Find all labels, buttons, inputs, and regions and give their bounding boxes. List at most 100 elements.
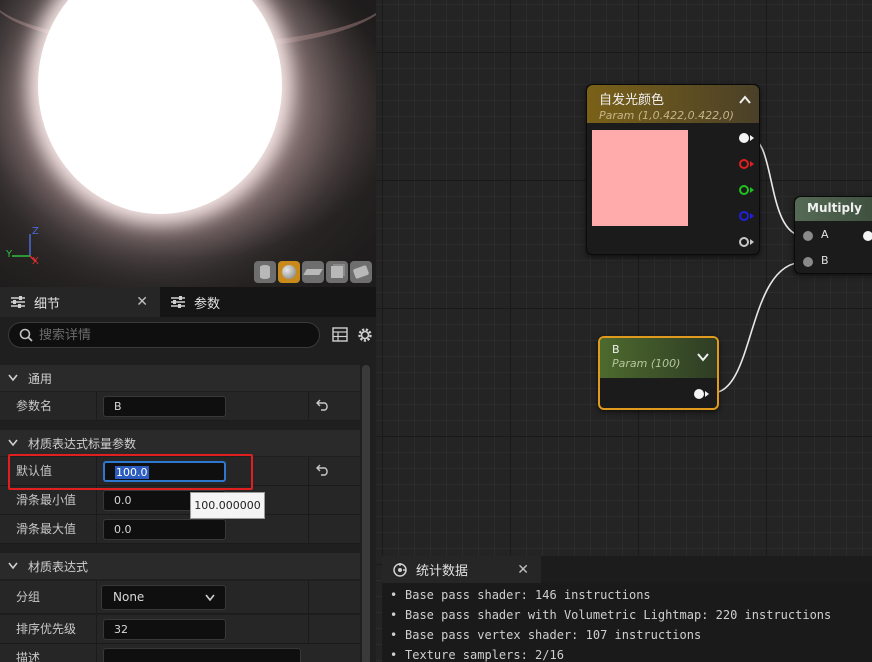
- column-divider: [96, 392, 97, 421]
- output-pin-r[interactable]: [739, 159, 749, 169]
- sort-priority-field[interactable]: 32: [103, 619, 226, 640]
- gear-icon[interactable]: [356, 326, 374, 344]
- pin-arrow-icon: [750, 161, 754, 167]
- reset-icon[interactable]: [316, 399, 330, 411]
- close-icon[interactable]: ✕: [136, 294, 148, 310]
- emissive-color-node[interactable]: 自发光颜色 Param (1,0.422,0.422,0): [586, 84, 760, 255]
- description-field[interactable]: [103, 648, 301, 662]
- output-pin-g[interactable]: [739, 185, 749, 195]
- tab-params[interactable]: 参数: [162, 287, 292, 317]
- param-name-field[interactable]: B: [103, 396, 226, 417]
- search-row: [8, 322, 376, 348]
- list-item: • Base pass vertex shader: 107 instructio…: [390, 628, 702, 642]
- section-material-expression[interactable]: 材质表达式: [0, 553, 360, 579]
- custom-mesh-icon[interactable]: [350, 261, 372, 283]
- multiply-node-header[interactable]: Multiply: [795, 197, 872, 221]
- plane-icon[interactable]: [302, 261, 324, 283]
- stat-text: Base pass vertex shader: 107 instruction…: [405, 628, 702, 642]
- row-slider-max: 滑条最大值 0.0: [0, 515, 360, 544]
- wire-b-to-b: [711, 261, 805, 394]
- input-pin-b-label: B: [821, 254, 829, 267]
- multiply-node[interactable]: Multiply A B: [794, 196, 872, 274]
- gizmo-y-label: Y: [6, 249, 13, 260]
- column-divider: [96, 515, 97, 544]
- chevron-down-icon: [205, 594, 215, 602]
- highlight-annotation: [8, 454, 253, 490]
- preview-mesh-toolbar: [254, 261, 372, 283]
- output-pin-b[interactable]: [739, 211, 749, 221]
- table-view-icon[interactable]: [332, 327, 348, 342]
- output-pin-result[interactable]: [863, 231, 872, 241]
- stats-tab-label: 统计数据: [416, 564, 469, 579]
- sort-priority-label: 排序优先级: [16, 622, 77, 636]
- list-item: • Base pass shader with Volumetric Lightm…: [390, 608, 832, 622]
- slider-min-label: 滑条最小值: [16, 493, 77, 507]
- params-sliders-icon: [171, 296, 185, 308]
- details-panel: 细节 ✕ 参数 搜索详情 通用 参数名 B 材质表达式标量参数 默认值 100.…: [0, 287, 376, 662]
- pin-arrow-icon: [750, 187, 754, 193]
- stats-icon: [393, 562, 407, 577]
- tab-params-label: 参数: [194, 296, 221, 312]
- close-icon[interactable]: ✕: [517, 562, 529, 578]
- chevron-down-icon[interactable]: [697, 352, 709, 362]
- cube-icon[interactable]: [326, 261, 348, 283]
- cylinder-icon[interactable]: [254, 261, 276, 283]
- column-divider: [308, 486, 309, 515]
- row-param-name: 参数名 B: [0, 392, 360, 421]
- column-divider: [96, 581, 97, 614]
- slider-max-field[interactable]: 0.0: [103, 519, 226, 540]
- output-pin-value[interactable]: [694, 389, 704, 399]
- stat-text: Base pass shader: 146 instructions: [405, 588, 651, 602]
- chevron-down-icon: [8, 439, 18, 447]
- stats-list: • Base pass shader: 146 instructions • Bas…: [382, 583, 872, 662]
- b-node-header[interactable]: B Param (100): [600, 338, 717, 378]
- group-label: 分组: [16, 590, 41, 604]
- search-input[interactable]: [39, 327, 299, 343]
- column-divider: [308, 615, 309, 644]
- reset-icon[interactable]: [316, 464, 330, 476]
- input-pin-a-label: A: [821, 228, 829, 241]
- pin-arrow-icon: [750, 213, 754, 219]
- column-divider: [96, 644, 97, 662]
- b-param-node[interactable]: B Param (100): [598, 336, 719, 410]
- emissive-node-header[interactable]: 自发光颜色 Param (1,0.422,0.422,0): [587, 85, 759, 123]
- chevron-down-icon: [8, 562, 18, 570]
- section-scalar-param[interactable]: 材质表达式标量参数: [0, 430, 360, 456]
- emissive-node-title: 自发光颜色: [599, 93, 665, 108]
- row-description: 描述: [0, 644, 360, 662]
- chevron-up-icon[interactable]: [739, 95, 751, 105]
- column-divider: [96, 615, 97, 644]
- tab-stats[interactable]: 统计数据 ✕: [382, 556, 541, 583]
- row-slider-min: 滑条最小值 0.0: [0, 486, 360, 515]
- group-dropdown[interactable]: None: [101, 585, 226, 610]
- output-pin-rgb[interactable]: [739, 133, 749, 143]
- column-divider: [308, 457, 309, 486]
- search-box[interactable]: [8, 322, 320, 348]
- section-general[interactable]: 通用: [0, 365, 360, 391]
- section-scalar-param-title: 材质表达式标量参数: [28, 436, 137, 451]
- column-divider: [308, 392, 309, 421]
- description-label: 描述: [16, 651, 41, 662]
- details-sliders-icon: [11, 296, 25, 308]
- pin-arrow-icon: [750, 239, 754, 245]
- output-pin-a[interactable]: [739, 237, 749, 247]
- search-icon: [19, 328, 33, 342]
- list-item: • Texture samplers: 2/16: [390, 648, 564, 662]
- section-material-expression-title: 材质表达式: [28, 559, 89, 574]
- stat-text: Texture samplers: 2/16: [405, 648, 564, 662]
- material-preview-viewport[interactable]: Z Y X: [0, 0, 376, 287]
- pin-arrow-icon: [750, 135, 754, 141]
- emissive-node-subtitle: Param (1,0.422,0.422,0): [599, 109, 734, 122]
- chevron-down-icon: [8, 374, 18, 382]
- sphere-icon[interactable]: [278, 261, 300, 283]
- input-pin-a[interactable]: [803, 231, 813, 241]
- details-scrollbar[interactable]: [362, 365, 370, 662]
- gizmo-z-label: Z: [32, 226, 39, 237]
- section-general-title: 通用: [28, 371, 53, 386]
- group-dropdown-value: None: [113, 590, 145, 604]
- multiply-node-title: Multiply: [807, 201, 862, 215]
- input-pin-b[interactable]: [803, 257, 813, 267]
- tab-details[interactable]: 细节 ✕: [0, 287, 160, 317]
- color-swatch: [592, 130, 688, 226]
- row-sort-priority: 排序优先级 32: [0, 615, 360, 644]
